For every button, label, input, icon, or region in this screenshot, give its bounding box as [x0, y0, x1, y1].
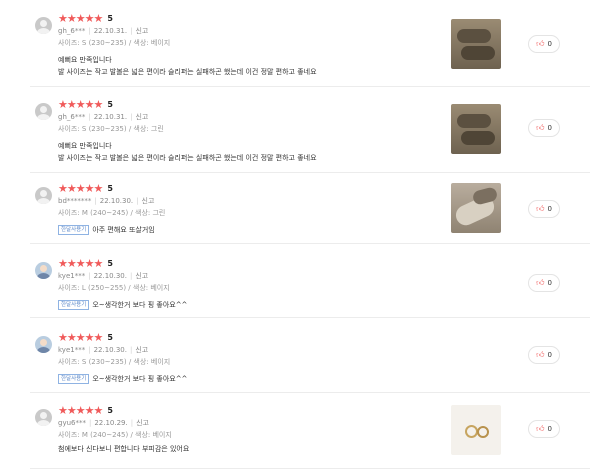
avatar — [35, 17, 52, 34]
review-text: 오~생각한거 보다 핑 좋아요^^ — [92, 375, 188, 383]
report-link[interactable]: 신고 — [135, 346, 148, 354]
report-link[interactable]: 신고 — [135, 272, 148, 280]
month-use-badge: 한달사용기 — [58, 300, 90, 310]
review-photo-thumbnail[interactable] — [451, 104, 501, 154]
review-date: 22.10.31. — [93, 27, 128, 35]
rating-stars: ★★★★★ 5 — [58, 257, 113, 269]
thumbs-up-icon: 👍︎ — [536, 39, 545, 48]
rating-score: 5 — [107, 99, 113, 109]
thumbs-up-icon: 👍︎ — [536, 278, 545, 287]
review-text-line2: 발 사이즈는 작고 발볼은 넓은 편이라 슬리퍼는 실패하곤 했는데 이건 정말… — [58, 154, 317, 162]
review-date: 22.10.31. — [93, 113, 128, 121]
review-text: 오~생각한거 보다 핑 좋아요^^ — [92, 301, 188, 309]
avatar — [35, 262, 52, 279]
thumbs-up-icon: 👍︎ — [536, 350, 545, 359]
like-button[interactable]: 👍︎ 0 — [528, 274, 560, 292]
like-button[interactable]: 👍︎ 0 — [528, 35, 560, 53]
username: bd******* — [58, 197, 92, 205]
star-icon: ★★★★★ — [58, 403, 103, 417]
star-icon: ★★★★★ — [58, 97, 103, 111]
review-item: ★★★★★ 5 bd******* | 22.10.30. | 신고 사이즈: M (2… — [30, 176, 590, 244]
thumbs-up-icon: 👍︎ — [536, 424, 545, 433]
review-text-line: 한달사용기 오~생각한거 보다 핑 좋아요^^ — [58, 300, 187, 310]
review-text: 아주 편해요 또살거임 — [92, 226, 155, 234]
review-photo-thumbnail[interactable] — [451, 19, 501, 69]
option-info: 사이즈: M (240~245) / 색상: 그린 — [58, 209, 166, 217]
review-meta: kye1*** | 22.10.30. | 신고 — [58, 346, 149, 354]
option-info: 사이즈: S (230~235) / 색상: 베이지 — [58, 358, 171, 366]
like-button[interactable]: 👍︎ 0 — [528, 420, 560, 438]
star-icon: ★★★★★ — [58, 181, 103, 195]
review-text-line1: 첨에보다 신다보니 편합니다 부피감은 있어요 — [58, 445, 190, 453]
avatar — [35, 336, 52, 353]
review-text-line1: 예뻐요 만족입니다 — [58, 142, 112, 150]
like-button[interactable]: 👍︎ 0 — [528, 200, 560, 218]
username: gh_6*** — [58, 27, 86, 35]
report-link[interactable]: 신고 — [135, 113, 148, 121]
username: kye1*** — [58, 272, 86, 280]
option-info: 사이즈: S (230~235) / 색상: 베이지 — [58, 39, 171, 47]
review-photo-thumbnail[interactable] — [451, 183, 501, 233]
report-link[interactable]: 신고 — [135, 27, 148, 35]
review-date: 22.10.29. — [94, 419, 128, 427]
review-item: ★★★★★ 5 kye1*** | 22.10.30. | 신고 사이즈: S (230… — [30, 325, 590, 393]
rating-score: 5 — [107, 183, 113, 193]
like-count: 0 — [547, 425, 552, 433]
review-list: ★★★★★ 5 gh_6*** | 22.10.31. | 신고 사이즈: S (230… — [0, 0, 600, 469]
rating-score: 5 — [107, 405, 113, 415]
star-icon: ★★★★★ — [58, 11, 103, 25]
review-item: ★★★★★ 5 kye1*** | 22.10.30. | 신고 사이즈: L (250… — [30, 251, 590, 318]
review-date: 22.10.30. — [93, 272, 127, 280]
star-icon: ★★★★★ — [58, 330, 103, 344]
rating-stars: ★★★★★ 5 — [58, 98, 113, 110]
like-count: 0 — [547, 124, 552, 132]
like-button[interactable]: 👍︎ 0 — [528, 119, 560, 137]
review-item: ★★★★★ 5 gyu6*** | 22.10.29. | 신고 사이즈: M (240… — [30, 398, 590, 469]
review-photo-thumbnail[interactable] — [451, 405, 501, 455]
review-meta: gh_6*** | 22.10.31. | 신고 — [58, 113, 149, 121]
option-info: 사이즈: S (230~235) / 색상: 그린 — [58, 125, 164, 133]
thumbs-up-icon: 👍︎ — [536, 204, 545, 213]
review-text-line: 한달사용기 오~생각한거 보다 핑 좋아요^^ — [58, 374, 187, 384]
avatar — [35, 103, 52, 120]
rating-stars: ★★★★★ 5 — [58, 331, 113, 343]
rating-stars: ★★★★★ 5 — [58, 182, 113, 194]
review-item: ★★★★★ 5 gh_6*** | 22.10.31. | 신고 사이즈: S (230… — [30, 6, 590, 87]
review-date: 22.10.30. — [99, 197, 134, 205]
rating-score: 5 — [107, 13, 113, 23]
month-use-badge: 한달사용기 — [58, 225, 90, 235]
like-count: 0 — [547, 279, 552, 287]
thumbs-up-icon: 👍︎ — [536, 123, 545, 132]
rating-score: 5 — [107, 332, 113, 342]
review-item: ★★★★★ 5 gh_6*** | 22.10.31. | 신고 사이즈: S (230… — [30, 92, 590, 173]
avatar — [35, 409, 52, 426]
username: kye1*** — [58, 346, 86, 354]
like-count: 0 — [547, 351, 552, 359]
review-text-line: 한달사용기 아주 편해요 또살거임 — [58, 225, 155, 235]
report-link[interactable]: 신고 — [142, 197, 155, 205]
star-icon: ★★★★★ — [58, 256, 103, 270]
username: gh_6*** — [58, 113, 86, 121]
username: gyu6*** — [58, 419, 86, 427]
rating-stars: ★★★★★ 5 — [58, 12, 113, 24]
avatar — [35, 187, 52, 204]
like-count: 0 — [547, 40, 552, 48]
month-use-badge: 한달사용기 — [58, 374, 90, 384]
rating-stars: ★★★★★ 5 — [58, 404, 113, 416]
rating-score: 5 — [107, 258, 113, 268]
review-meta: gyu6*** | 22.10.29. | 신고 — [58, 419, 149, 427]
option-info: 사이즈: M (240~245) / 색상: 베이지 — [58, 431, 172, 439]
review-meta: gh_6*** | 22.10.31. | 신고 — [58, 27, 149, 35]
review-meta: bd******* | 22.10.30. | 신고 — [58, 197, 155, 205]
option-info: 사이즈: L (250~255) / 색상: 베이지 — [58, 284, 170, 292]
review-date: 22.10.30. — [93, 346, 127, 354]
review-meta: kye1*** | 22.10.30. | 신고 — [58, 272, 149, 280]
like-count: 0 — [547, 205, 552, 213]
report-link[interactable]: 신고 — [136, 419, 149, 427]
review-text-line1: 예뻐요 만족입니다 — [58, 56, 112, 64]
review-text-line2: 발 사이즈는 작고 발볼은 넓은 편이라 슬리퍼는 실패하곤 했는데 이건 정말… — [58, 68, 317, 76]
like-button[interactable]: 👍︎ 0 — [528, 346, 560, 364]
